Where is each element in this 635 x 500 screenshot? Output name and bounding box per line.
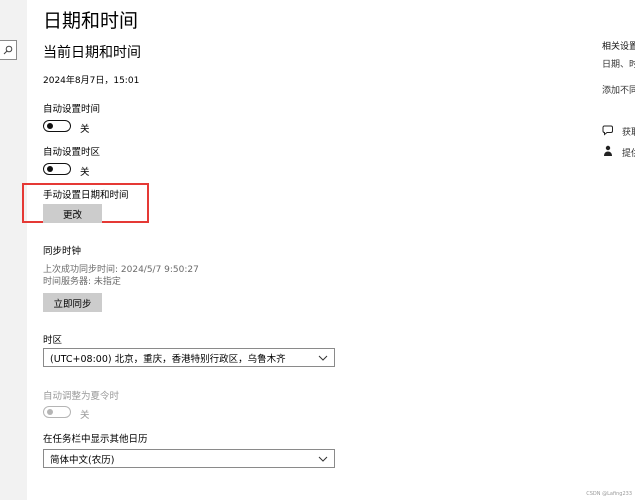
page-title: 日期和时间	[43, 10, 139, 32]
auto-timezone-label: 自动设置时区	[43, 147, 101, 158]
auto-time-toggle[interactable]	[43, 120, 71, 132]
related-settings-title: 相关设置	[602, 42, 635, 52]
related-link-add-clocks[interactable]: 添加不同	[602, 83, 635, 96]
extra-calendar-label: 在任务栏中显示其他日历	[43, 434, 148, 445]
sync-now-button[interactable]: 立即同步	[43, 293, 102, 312]
time-server-text: 时间服务器: 未指定	[43, 277, 121, 287]
auto-time-state: 关	[80, 124, 90, 135]
related-link-datetime[interactable]: 日期、时	[602, 57, 635, 70]
manual-set-label: 手动设置日期和时间	[43, 190, 129, 201]
toggle-knob	[47, 409, 53, 415]
dst-label: 自动调整为夏令时	[43, 391, 120, 402]
timezone-value: (UTC+08:00) 北京，重庆，香港特别行政区，乌鲁木齐	[50, 353, 286, 365]
feedback-icon	[604, 145, 612, 156]
chat-help-icon	[602, 125, 613, 136]
dst-state: 关	[80, 410, 90, 421]
section-title: 当前日期和时间	[43, 45, 141, 61]
search-button[interactable]	[0, 40, 17, 60]
toggle-knob	[47, 123, 53, 129]
dst-toggle[interactable]	[43, 406, 71, 418]
watermark: CSDN @Lafing233	[586, 491, 632, 497]
chevron-down-icon	[318, 355, 328, 361]
auto-time-label: 自动设置时间	[43, 104, 101, 115]
calendar-dropdown[interactable]: 简体中文(农历)	[43, 449, 335, 468]
timezone-label: 时区	[43, 335, 63, 346]
left-nav-strip	[0, 0, 27, 500]
auto-timezone-toggle[interactable]	[43, 163, 71, 175]
change-button[interactable]: 更改	[43, 204, 102, 223]
calendar-value: 简体中文(农历)	[50, 454, 115, 466]
current-datetime: 2024年8月7日，15:01	[43, 76, 140, 86]
get-help-link[interactable]: 获取	[622, 125, 635, 138]
chevron-down-icon	[318, 456, 328, 462]
auto-timezone-state: 关	[80, 167, 90, 178]
sync-clock-label: 同步时钟	[43, 246, 82, 257]
search-icon	[3, 45, 13, 55]
toggle-knob	[47, 166, 53, 172]
give-feedback-link[interactable]: 提供	[622, 146, 635, 159]
timezone-dropdown[interactable]: (UTC+08:00) 北京，重庆，香港特别行政区，乌鲁木齐	[43, 348, 335, 367]
